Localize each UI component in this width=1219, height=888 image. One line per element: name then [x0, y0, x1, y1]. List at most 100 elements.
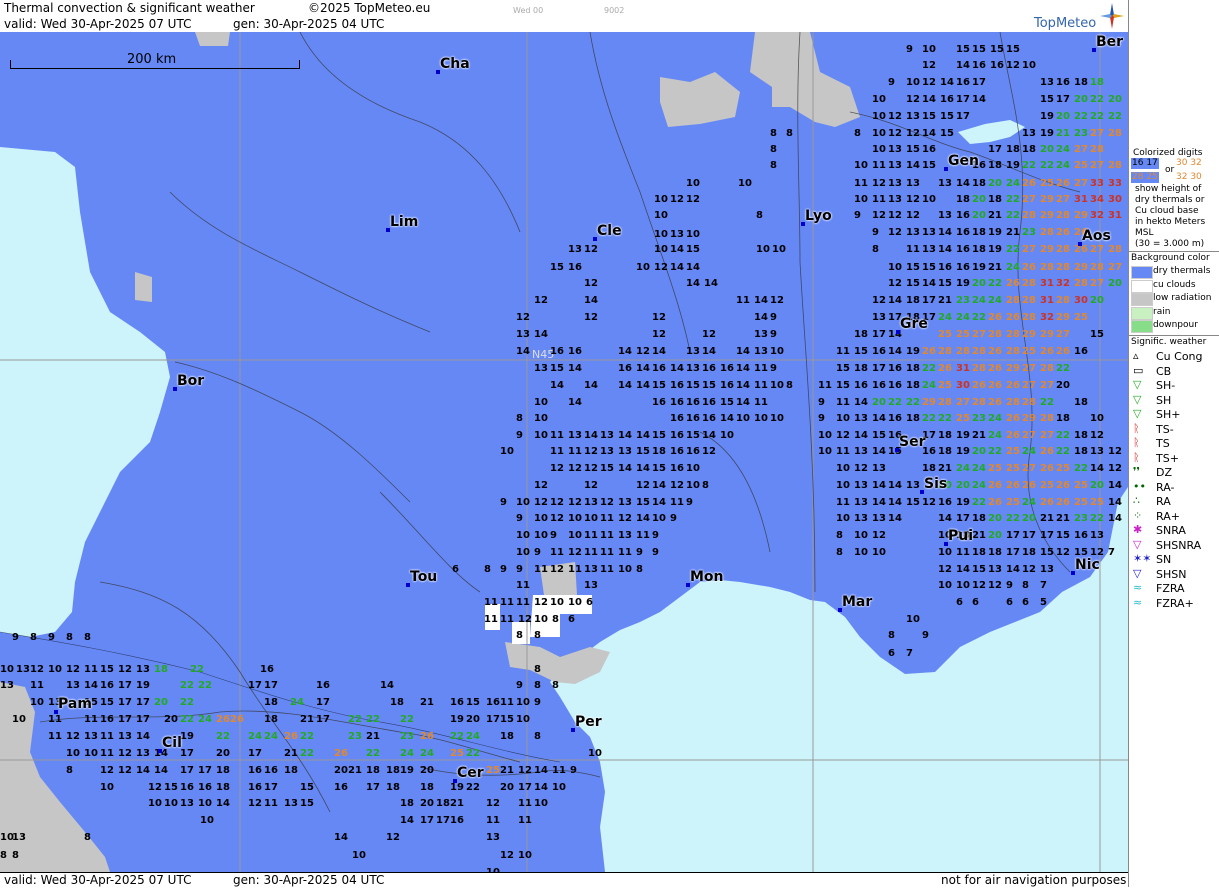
- thermal-digit: 27: [1022, 194, 1036, 205]
- thermal-digit: 29: [1022, 329, 1036, 340]
- thermal-digit: 27: [956, 397, 970, 408]
- thermal-digit: 14: [938, 244, 952, 255]
- thermal-digit: 22: [972, 497, 986, 508]
- thermal-digit: 12: [836, 430, 850, 441]
- thermal-digit: 10: [516, 714, 530, 725]
- thermal-digit: 10: [534, 798, 548, 809]
- thermal-digit: 15: [466, 697, 480, 708]
- thermal-digit: 9: [12, 632, 19, 643]
- thermal-digit: 20: [972, 278, 986, 289]
- thermal-digit: 11: [818, 380, 832, 391]
- thermal-digit: 24: [972, 480, 986, 491]
- thermal-digit: 12: [906, 128, 920, 139]
- thermal-digit: 27: [1056, 329, 1070, 340]
- thermal-digit: 28: [1108, 128, 1122, 139]
- thermal-digit: 11: [956, 547, 970, 558]
- thermal-digit: 18: [264, 697, 278, 708]
- thermal-digit: 16: [334, 782, 348, 793]
- thermal-digit: 14: [940, 77, 954, 88]
- thermal-digit: 24: [400, 748, 414, 759]
- thermal-digit: 12: [534, 497, 548, 508]
- thermal-digit: 10: [686, 229, 700, 240]
- weather-symbol-icon: ᚱ: [1133, 421, 1140, 435]
- thermal-digit: 32: [1056, 278, 1070, 289]
- thermal-digit: 10: [754, 413, 768, 424]
- thermal-digit: 17: [118, 714, 132, 725]
- weather-legend-label: SHSN: [1156, 567, 1187, 581]
- thermal-digit: 22: [348, 714, 362, 725]
- thermal-digit: 14: [1108, 497, 1122, 508]
- thermal-digit: 25: [1074, 497, 1088, 508]
- thermal-digit: 8: [552, 614, 559, 625]
- thermal-digit: 24: [1022, 446, 1036, 457]
- thermal-digit: 17: [972, 77, 986, 88]
- valid-time: valid: Wed 30-Apr-2025 07 UTC: [4, 17, 192, 31]
- thermal-digit: 10: [720, 430, 734, 441]
- weather-symbol-icon: ≈: [1133, 595, 1143, 609]
- thermal-digit: 6: [586, 597, 593, 608]
- thermal-digit: 25: [938, 329, 952, 340]
- thermal-digit: 28: [1056, 210, 1070, 221]
- thermal-digit: 14: [618, 380, 632, 391]
- thermal-digit: 21: [500, 765, 514, 776]
- thermal-digit: 16: [720, 363, 734, 374]
- thermal-digit: 10: [552, 782, 566, 793]
- legend-swatch: [1131, 266, 1153, 279]
- thermal-digit: 18: [500, 731, 514, 742]
- thermal-digit: 18: [216, 782, 230, 793]
- thermal-digit: 14: [516, 346, 530, 357]
- thermal-digit: 13: [854, 413, 868, 424]
- thermal-digit: 12: [872, 210, 886, 221]
- thermal-digit: 12: [1056, 547, 1070, 558]
- thermal-digit: 12: [584, 480, 598, 491]
- thermal-digit: 14: [380, 680, 394, 691]
- thermal-digit: 13: [584, 564, 598, 575]
- thermal-digit: 12: [888, 111, 902, 122]
- thermal-digit: 17: [988, 144, 1002, 155]
- thermal-digit: 27: [1022, 363, 1036, 374]
- thermal-digit: 26: [988, 380, 1002, 391]
- thermal-digit: 12: [516, 312, 530, 323]
- thermal-digit: 22: [972, 312, 986, 323]
- thermal-digit: 14: [636, 513, 650, 524]
- thermal-digit: 8: [516, 413, 523, 424]
- thermal-digit: 11: [500, 597, 514, 608]
- thermal-digit: 17: [180, 765, 194, 776]
- thermal-digit: 14: [568, 397, 582, 408]
- thermal-digit: 21: [450, 798, 464, 809]
- thermal-digit: 14: [704, 278, 718, 289]
- thermal-map[interactable]: 200 km N45 9 8 9 8 8 10 13 12 10 12 11 15 12 13 18 22 16…: [0, 32, 1128, 872]
- thermal-digit: 28: [1022, 295, 1036, 306]
- thermal-digit: 24: [922, 380, 936, 391]
- thermal-digit: 25: [1090, 497, 1104, 508]
- thermal-digit: 16: [316, 680, 330, 691]
- thermal-digit: 17: [264, 680, 278, 691]
- thermal-digit: 23: [972, 413, 986, 424]
- thermal-digit: 11: [100, 748, 114, 759]
- thermal-digit: 17: [486, 714, 500, 725]
- thermal-digit: 23: [400, 731, 414, 742]
- weather-legend-label: TS-: [1156, 422, 1174, 436]
- thermal-digit: 8: [770, 128, 777, 139]
- thermal-digit: 15: [1040, 94, 1054, 105]
- weather-legend-label: SHSNRA: [1156, 538, 1202, 552]
- thermal-digit: 18: [436, 798, 450, 809]
- thermal-digit: 16: [550, 346, 564, 357]
- thermal-digit: 9: [770, 329, 777, 340]
- thermal-digit: 14: [956, 178, 970, 189]
- thermal-digit: 11: [872, 160, 886, 171]
- thermal-digit: 22: [1056, 363, 1070, 374]
- thermal-digit: 18: [1074, 77, 1088, 88]
- thermal-digit: 13: [618, 530, 632, 541]
- thermal-digit: 21: [972, 430, 986, 441]
- thermal-digit: 24: [1006, 262, 1020, 273]
- city-label: Bor: [177, 373, 205, 389]
- thermal-digit: 13: [1090, 446, 1104, 457]
- thermal-digit: 30: [956, 380, 970, 391]
- thermal-digit: 14: [636, 363, 650, 374]
- thermal-digit: 10: [654, 229, 668, 240]
- weather-legend-label: RA+: [1156, 509, 1180, 523]
- thermal-digit: 16: [888, 413, 902, 424]
- thermal-digit: 27: [972, 329, 986, 340]
- thermal-digit: 26: [1056, 480, 1070, 491]
